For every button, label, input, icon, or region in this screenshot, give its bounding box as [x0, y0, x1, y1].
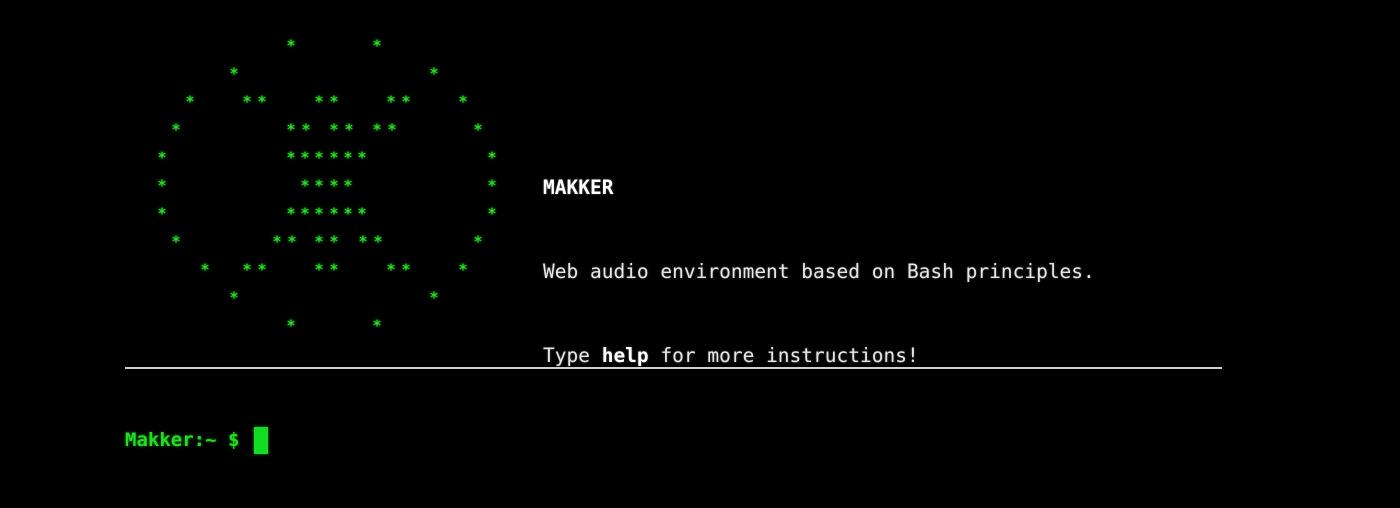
logo-star: * [343, 148, 353, 167]
logo-star: * [329, 176, 339, 195]
logo-star: * [329, 232, 339, 251]
logo-star: * [386, 260, 396, 279]
logo-star: * [343, 204, 353, 223]
logo-star: * [329, 148, 339, 167]
logo-star: * [329, 92, 339, 111]
logo-star: * [257, 260, 267, 279]
logo-star: * [343, 176, 353, 195]
logo-star: * [157, 176, 167, 195]
help-command: help [601, 344, 649, 367]
logo-star: * [242, 92, 252, 111]
logo-star: * [344, 120, 354, 139]
logo-star: * [286, 204, 296, 223]
logo-star: * [286, 120, 296, 139]
logo-star: * [458, 92, 468, 111]
logo-star: * [373, 232, 383, 251]
prompt-text: Makker:~ $ [125, 429, 240, 451]
help-hint-prefix: Type [543, 344, 602, 367]
logo-star: * [358, 232, 368, 251]
logo-star: * [185, 92, 195, 111]
app-title: MAKKER [543, 176, 614, 199]
logo-star: * [487, 176, 497, 195]
logo-star: * [300, 204, 310, 223]
help-hint-suffix: for more instructions! [648, 344, 919, 367]
app-description: Web audio environment based on Bash prin… [543, 260, 1095, 283]
welcome-message: MAKKER Web audio environment based on Ba… [543, 118, 1095, 426]
logo-star: * [314, 92, 324, 111]
logo-star: * [286, 316, 296, 335]
terminal-window[interactable]: * * * * * * * * * * * * * * * * * * * * * * * * * * * * * * * * * * * * * * * *… [0, 0, 1400, 508]
logo-star: * [401, 260, 411, 279]
logo-star: * [314, 260, 324, 279]
logo-star: * [458, 260, 468, 279]
text-cursor[interactable] [254, 426, 269, 454]
logo-star: * [473, 120, 483, 139]
logo-star: * [401, 92, 411, 111]
help-hint: Type help for more instructions! [543, 342, 1095, 370]
ascii-logo: * * * * * * * * * * * * * * * * * * * * * * * * * * * * * * * * * * * * * * * *… [0, 0, 540, 350]
logo-star: * [157, 148, 167, 167]
command-line[interactable]: Makker:~ $ [125, 426, 269, 454]
logo-star: * [487, 204, 497, 223]
logo-star: * [287, 232, 297, 251]
logo-star: * [301, 120, 311, 139]
logo-star: * [300, 148, 310, 167]
logo-star: * [387, 120, 397, 139]
logo-star: * [272, 232, 282, 251]
logo-star: * [229, 64, 239, 83]
logo-star: * [314, 176, 324, 195]
logo-star: * [314, 232, 324, 251]
logo-star: * [300, 176, 310, 195]
logo-star: * [171, 232, 181, 251]
logo-star: * [329, 204, 339, 223]
logo-star: * [372, 36, 382, 55]
logo-star: * [257, 92, 267, 111]
logo-star: * [242, 260, 252, 279]
logo-star: * [286, 36, 296, 55]
logo-star: * [357, 148, 367, 167]
logo-star: * [314, 204, 324, 223]
logo-star: * [157, 204, 167, 223]
logo-star: * [487, 148, 497, 167]
logo-star: * [473, 232, 483, 251]
logo-star: * [286, 148, 296, 167]
logo-star: * [386, 92, 396, 111]
logo-star: * [429, 288, 439, 307]
logo-star: * [314, 148, 324, 167]
logo-star: * [372, 120, 382, 139]
logo-star: * [171, 120, 181, 139]
logo-star: * [329, 260, 339, 279]
logo-star: * [357, 204, 367, 223]
logo-star: * [372, 316, 382, 335]
logo-star: * [200, 260, 210, 279]
logo-star: * [329, 120, 339, 139]
logo-star: * [429, 64, 439, 83]
divider [125, 367, 1222, 369]
logo-star: * [229, 288, 239, 307]
